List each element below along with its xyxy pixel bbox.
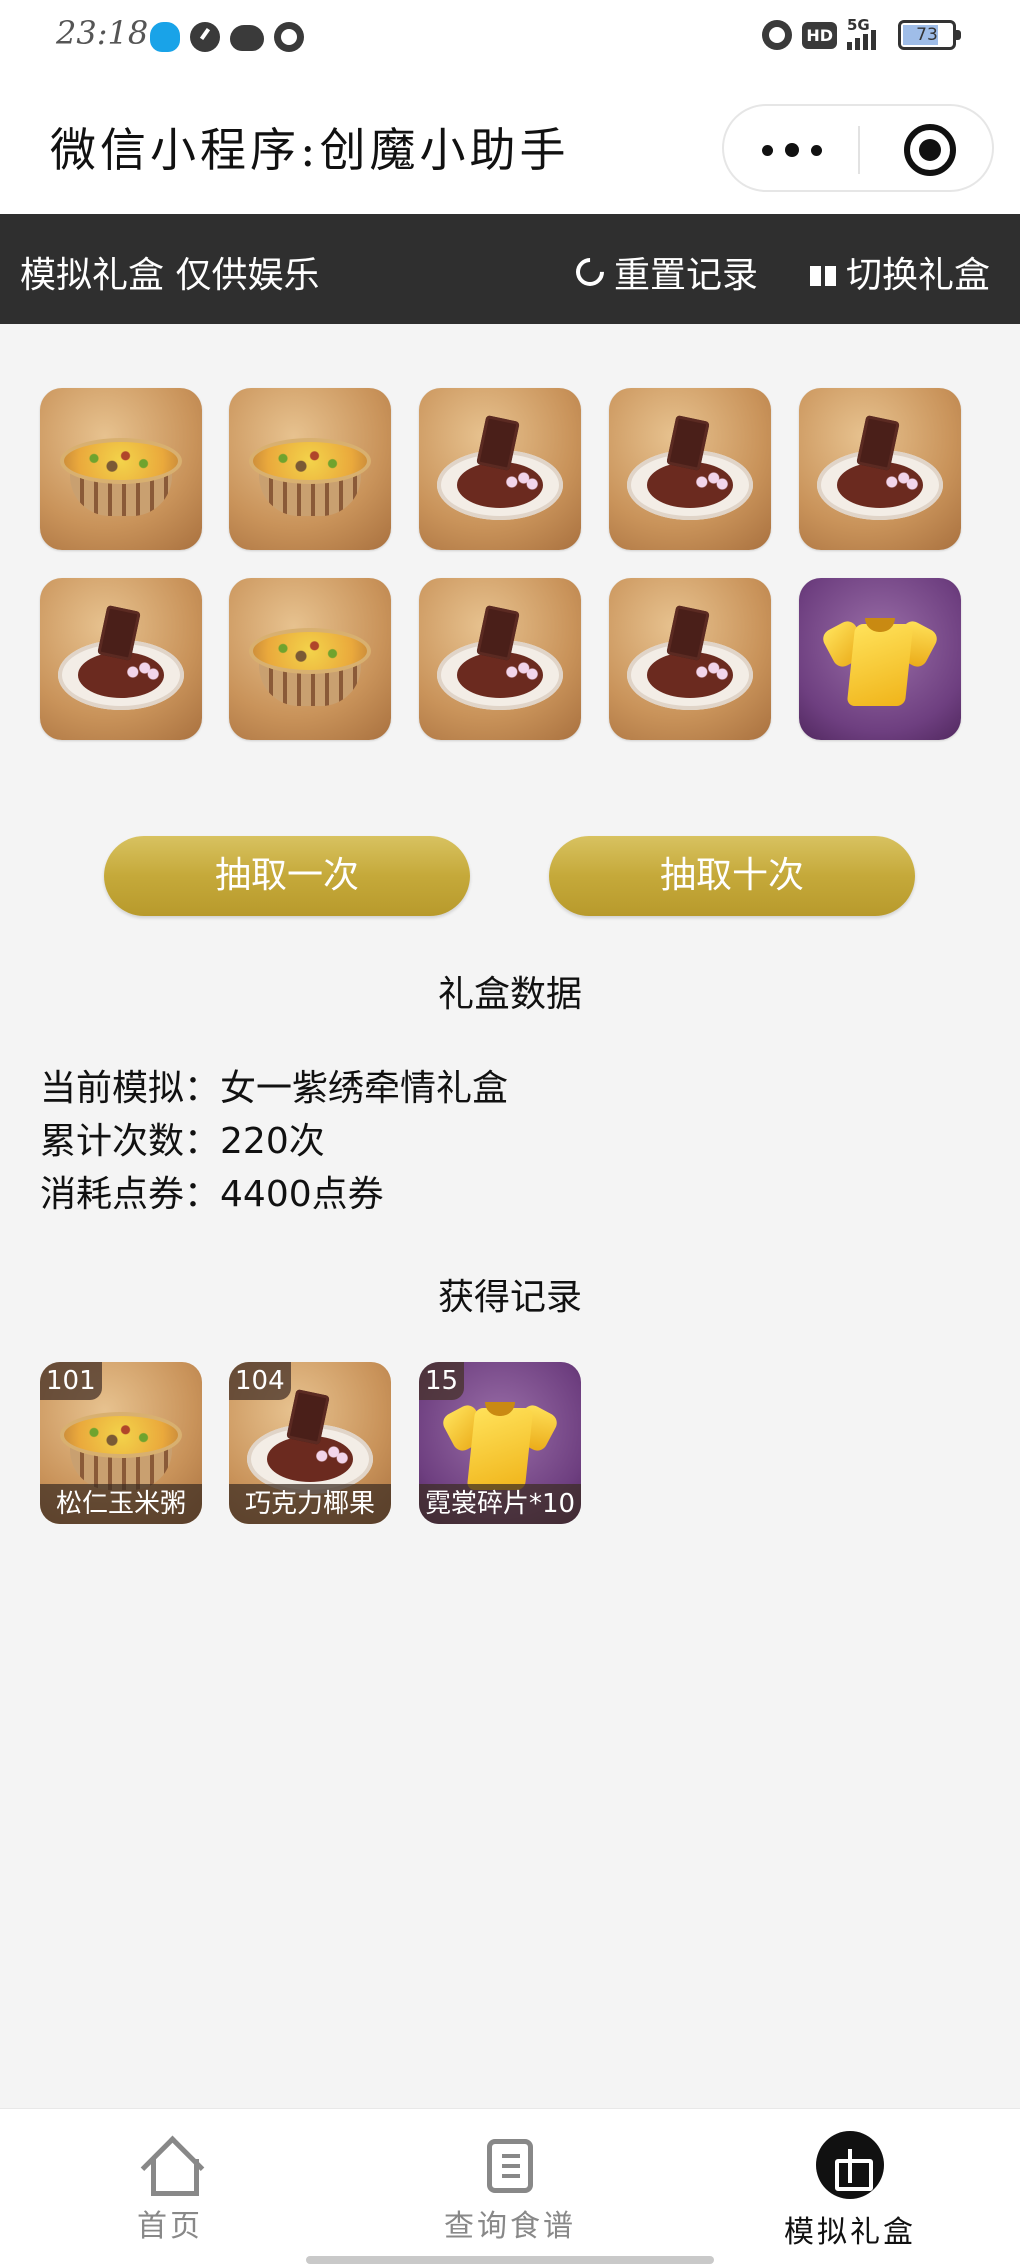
mini-program-title: 微信小程序:创魔小助手 <box>50 123 570 177</box>
tab-gift-box-label: 模拟礼盒 <box>784 2215 916 2250</box>
dot-icon <box>811 144 822 156</box>
result-tile-congee <box>229 388 391 550</box>
record-item: 104 巧克力椰果 <box>229 1362 391 1524</box>
result-tile-chocolate <box>419 388 581 550</box>
gift-icon <box>810 258 836 286</box>
more-menu-button[interactable] <box>762 106 822 194</box>
shirt-icon <box>819 604 941 714</box>
switch-gift-box-button[interactable]: 切换礼盒 <box>810 246 990 298</box>
result-tile-congee <box>40 388 202 550</box>
result-tile-chocolate <box>609 388 771 550</box>
capsule-menu <box>722 104 994 192</box>
refresh-icon <box>570 252 610 292</box>
record-name: 巧克力椰果 <box>229 1484 391 1524</box>
cost-row: 消耗点券：4400点券 <box>40 1168 508 1221</box>
status-time: 23:18 <box>56 14 149 52</box>
congee-icon <box>249 628 371 708</box>
reset-records-button[interactable]: 重置记录 <box>570 246 759 298</box>
cost-value: 4400点券 <box>220 1174 384 1215</box>
draw-count-row: 累计次数：220次 <box>40 1115 508 1168</box>
record-name: 霓裳碎片*10 <box>419 1484 581 1524</box>
document-icon <box>487 2139 533 2193</box>
result-tile-congee <box>229 578 391 740</box>
record-count: 15 <box>419 1362 465 1400</box>
cloud-icon <box>230 25 264 51</box>
current-simulation-row: 当前模拟：女一紫绣牵情礼盒 <box>40 1062 508 1115</box>
close-mini-program-button[interactable] <box>904 124 956 176</box>
header-bar: 模拟礼盒 仅供娱乐 重置记录 切换礼盒 <box>0 214 1020 324</box>
tab-recipes[interactable]: 查询食谱 <box>410 2139 610 2245</box>
record-item: 101 松仁玉米粥 <box>40 1362 202 1524</box>
reset-records-label: 重置记录 <box>614 255 759 296</box>
tab-bar: 首页 查询食谱 模拟礼盒 <box>0 2108 1020 2267</box>
draw-count-value: 220次 <box>220 1121 325 1162</box>
home-icon <box>145 2139 199 2196</box>
dot-icon <box>762 144 773 156</box>
records-title: 获得记录 <box>437 1277 582 1318</box>
draw-count-label: 累计次数： <box>40 1121 221 1162</box>
status-system-icons: HD 5G 73 <box>762 16 961 50</box>
network-label: 5G <box>847 16 870 34</box>
record-item: 15 霓裳碎片*10 <box>419 1362 581 1524</box>
tab-recipes-label: 查询食谱 <box>444 2209 576 2244</box>
battery-icon: 73 <box>898 20 961 50</box>
switch-gift-box-label: 切换礼盒 <box>846 255 991 296</box>
gift-icon <box>816 2131 884 2199</box>
congee-icon <box>249 438 371 518</box>
clock-icon <box>274 22 304 52</box>
result-tile-chocolate <box>609 578 771 740</box>
battery-level: 73 <box>916 25 938 45</box>
draw-once-button[interactable]: 抽取一次 <box>104 836 470 916</box>
tab-gift-box[interactable]: 模拟礼盒 <box>750 2131 950 2251</box>
header-title: 模拟礼盒 仅供娱乐 <box>20 255 320 296</box>
current-simulation-value: 女一紫绣牵情礼盒 <box>220 1068 509 1109</box>
box-data-stats: 当前模拟：女一紫绣牵情礼盒 累计次数：220次 消耗点券：4400点券 <box>40 1062 508 1221</box>
qq-icon <box>150 22 180 52</box>
record-name: 松仁玉米粥 <box>40 1484 202 1524</box>
signal-icon: 5G <box>847 16 876 50</box>
home-indicator[interactable] <box>306 2256 714 2264</box>
record-count: 104 <box>229 1362 291 1400</box>
result-tile-garment-fragment <box>799 578 961 740</box>
hd-icon: HD <box>802 21 837 49</box>
result-tile-chocolate <box>799 388 961 550</box>
alarm-icon <box>762 20 793 50</box>
shirt-icon <box>439 1388 561 1498</box>
congee-icon <box>60 1412 182 1492</box>
tab-home-label: 首页 <box>137 2209 203 2244</box>
current-simulation-label: 当前模拟： <box>40 1068 221 1109</box>
draw-ten-button[interactable]: 抽取十次 <box>549 836 915 916</box>
cost-label: 消耗点券： <box>40 1174 221 1215</box>
box-data-title: 礼盒数据 <box>437 974 582 1015</box>
status-notification-icons <box>150 22 304 52</box>
dot-icon <box>785 143 799 157</box>
mini-program-titlebar: 微信小程序:创魔小助手 <box>0 76 1020 214</box>
record-count: 101 <box>40 1362 102 1400</box>
congee-icon <box>60 438 182 518</box>
gauge-icon <box>190 22 220 52</box>
capsule-divider <box>858 126 860 174</box>
result-tile-chocolate <box>40 578 202 740</box>
status-bar: 23:18 HD 5G 73 <box>0 0 1020 76</box>
result-tile-chocolate <box>419 578 581 740</box>
tab-home[interactable]: 首页 <box>70 2139 270 2245</box>
